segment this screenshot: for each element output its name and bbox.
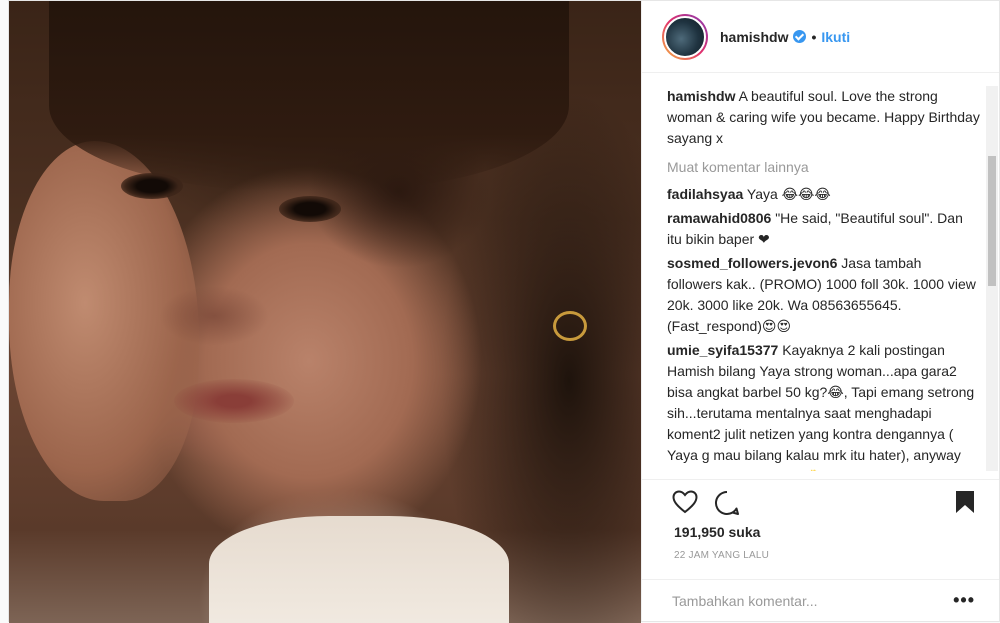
like-count[interactable]: 191,950 suka [674, 524, 760, 540]
comment-username[interactable]: umie_syifa15377 [667, 342, 778, 358]
verified-badge-icon [793, 30, 807, 43]
post-header: hamishdw • Ikuti [642, 1, 999, 73]
author-avatar[interactable] [662, 13, 708, 60]
more-options-icon[interactable]: ••• [953, 590, 975, 611]
comment-text: Yaya 😂😂😂 [746, 186, 831, 202]
comment-username[interactable]: ramawahid0806 [667, 210, 771, 226]
comment-username[interactable]: fadilahsyaa [667, 186, 743, 202]
caption-username[interactable]: hamishdw [667, 88, 735, 104]
heart-icon[interactable] [672, 490, 698, 519]
scrollbar-thumb[interactable] [988, 156, 996, 286]
comment-item: fadilahsyaa Yaya 😂😂😂 [667, 184, 980, 205]
comment-text: Kayaknya 2 kali postingan Hamish bilang … [667, 342, 975, 471]
separator-dot: • [811, 28, 817, 45]
comment-item: sosmed_followers.jevon6 Jasa tambah foll… [667, 253, 980, 337]
bookmark-icon[interactable] [955, 490, 975, 517]
add-comment-input[interactable] [672, 592, 954, 609]
caption: hamishdw A beautiful soul. Love the stro… [667, 86, 980, 149]
comment-item: ramawahid0806 "He said, "Beautiful soul"… [667, 208, 980, 250]
follow-button[interactable]: Ikuti [821, 29, 850, 45]
post-photo[interactable] [9, 1, 641, 623]
post-side-panel: hamishdw • Ikuti hamishdw A beautiful so… [641, 1, 999, 621]
post-timestamp[interactable]: 22 JAM YANG LALU [674, 550, 769, 561]
comment-item: umie_syifa15377 Kayaknya 2 kali postinga… [667, 340, 980, 471]
author-username[interactable]: hamishdw [720, 29, 788, 45]
comment-icon[interactable] [714, 490, 740, 519]
comments-scrollbar[interactable] [986, 86, 998, 471]
load-more-comments-link[interactable]: Muat komentar lainnya [667, 158, 980, 176]
comments-list[interactable]: hamishdw A beautiful soul. Love the stro… [642, 86, 984, 471]
comment-username[interactable]: sosmed_followers.jevon6 [667, 255, 837, 271]
instagram-post: hamishdw • Ikuti hamishdw A beautiful so… [8, 0, 1000, 623]
add-comment-bar: ••• [642, 579, 999, 621]
